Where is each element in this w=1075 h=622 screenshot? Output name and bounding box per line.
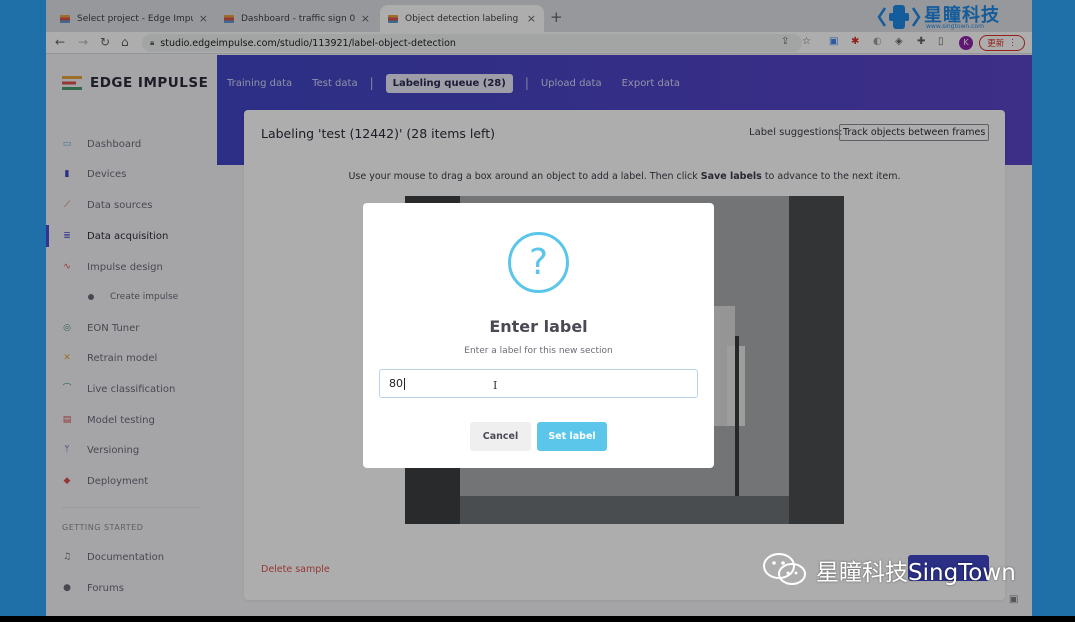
- cancel-button[interactable]: Cancel: [470, 422, 531, 451]
- singtown-watermark: 星瞳科技SingTown: [762, 552, 1016, 588]
- question-icon: ?: [508, 232, 569, 293]
- screen: Select project - Edge Impulse × Dashboar…: [0, 0, 1075, 622]
- desktop-frame-right: [1032, 0, 1075, 622]
- wechat-icon: [763, 553, 806, 585]
- bottom-bar: [0, 616, 1075, 622]
- dialog-subtitle: Enter a label for this new section: [464, 346, 613, 356]
- browser-window: Select project - Edge Impulse × Dashboar…: [46, 0, 1032, 616]
- chat-bubble-icon[interactable]: ▣: [1009, 594, 1018, 605]
- label-input[interactable]: 80: [379, 369, 698, 398]
- set-label-button[interactable]: Set label: [537, 422, 607, 451]
- text-cursor-icon: I: [493, 379, 498, 392]
- dialog-title: Enter label: [489, 317, 588, 336]
- desktop-frame-left: [0, 0, 46, 622]
- text-caret: [404, 378, 405, 390]
- enter-label-dialog: ? Enter label Enter a label for this new…: [363, 203, 714, 468]
